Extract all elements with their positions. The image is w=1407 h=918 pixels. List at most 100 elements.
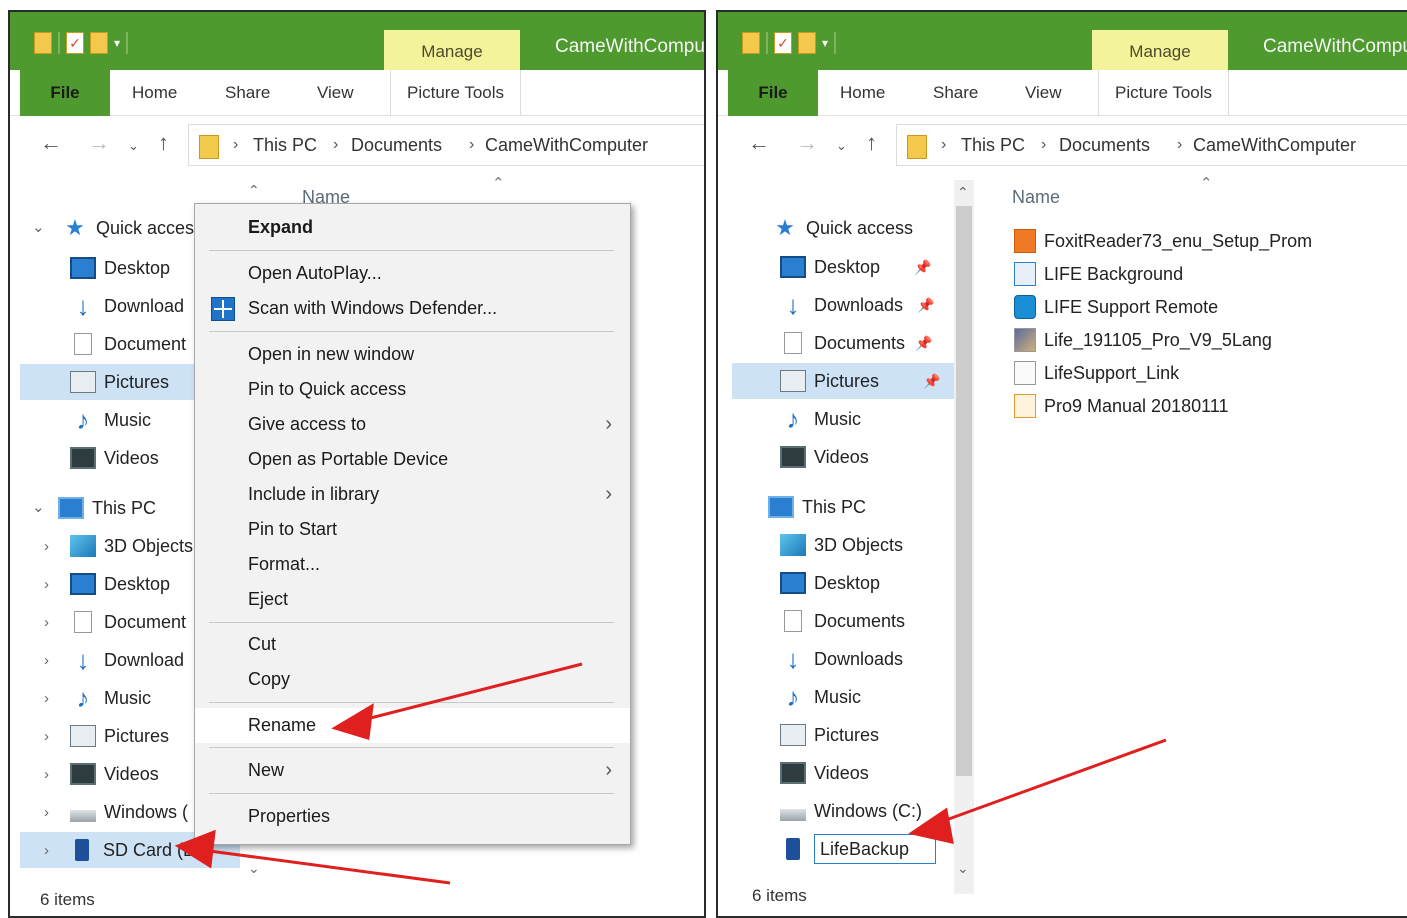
tab-picture-tools[interactable]: Picture Tools bbox=[1098, 70, 1230, 116]
address-field[interactable]: › This PC › Documents › CameWithComputer bbox=[896, 124, 1407, 166]
nav-this-pc[interactable]: This PC bbox=[58, 490, 156, 526]
recent-locations-icon[interactable]: ⌄ bbox=[836, 138, 847, 154]
recent-locations-icon[interactable]: ⌄ bbox=[128, 138, 139, 154]
chevron-down-icon[interactable]: ⌄ bbox=[32, 498, 45, 516]
properties-icon[interactable]: ✓ bbox=[774, 32, 792, 54]
back-arrow-icon[interactable]: ← bbox=[40, 130, 62, 156]
nav-item-music[interactable]: ♪ Music bbox=[780, 679, 862, 715]
pin-icon[interactable]: 📌 bbox=[914, 259, 931, 276]
address-field[interactable]: › This PC › Documents › CameWithComputer bbox=[188, 124, 704, 166]
breadcrumb-this-pc[interactable]: This PC bbox=[253, 135, 317, 156]
nav-quick-access[interactable]: ★ Quick acces bbox=[62, 210, 194, 246]
menu-item-give-access[interactable]: Give access to › bbox=[195, 407, 630, 442]
chevron-right-icon[interactable]: › bbox=[44, 842, 49, 859]
chevron-right-icon[interactable]: › bbox=[44, 576, 49, 593]
chevron-right-icon[interactable]: › bbox=[44, 614, 49, 631]
menu-item-scan-defender[interactable]: Scan with Windows Defender... bbox=[195, 291, 630, 326]
file-row[interactable]: LIFE Support Remote bbox=[1014, 292, 1218, 322]
breadcrumb-camewithcomputer[interactable]: CameWithComputer bbox=[485, 135, 648, 156]
menu-item-eject[interactable]: Eject bbox=[195, 582, 630, 617]
file-row[interactable]: Pro9 Manual 20180111 bbox=[1014, 391, 1228, 421]
nav-item-music[interactable]: ♪ Music bbox=[780, 401, 862, 437]
tab-file[interactable]: File bbox=[728, 70, 818, 116]
tab-file[interactable]: File bbox=[20, 70, 110, 116]
tab-home[interactable]: Home bbox=[132, 70, 177, 116]
chevron-right-icon[interactable]: › bbox=[44, 538, 49, 555]
nav-item-windows-drive[interactable]: Windows ( bbox=[70, 794, 188, 830]
nav-item-desktop[interactable]: Desktop bbox=[70, 566, 170, 602]
up-arrow-icon[interactable]: ↑ bbox=[866, 130, 877, 156]
tab-share[interactable]: Share bbox=[225, 70, 270, 116]
file-row[interactable]: LIFE Background bbox=[1014, 259, 1183, 289]
breadcrumb-camewithcomputer[interactable]: CameWithComputer bbox=[1193, 135, 1356, 156]
nav-this-pc[interactable]: This PC bbox=[768, 489, 866, 525]
menu-item-format[interactable]: Format... bbox=[195, 547, 630, 582]
customize-toolbar-icon[interactable]: ▾ bbox=[822, 36, 828, 50]
pin-icon[interactable]: 📌 bbox=[917, 297, 934, 314]
nav-item-downloads[interactable]: ↓ Download bbox=[70, 642, 185, 678]
nav-item-pictures[interactable]: Pictures bbox=[70, 718, 169, 754]
nav-item-music[interactable]: ♪ Music bbox=[70, 402, 152, 438]
chevron-right-icon[interactable]: › bbox=[44, 652, 49, 669]
menu-item-expand[interactable]: Expand bbox=[195, 210, 630, 245]
menu-item-new[interactable]: New › bbox=[195, 753, 630, 788]
folder-icon[interactable] bbox=[742, 32, 760, 54]
nav-quick-access[interactable]: ★ Quick access bbox=[772, 210, 913, 246]
breadcrumb-this-pc[interactable]: This PC bbox=[961, 135, 1025, 156]
nav-item-desktop[interactable]: Desktop 📌 bbox=[780, 249, 931, 285]
column-header-name[interactable]: Name bbox=[1012, 187, 1060, 208]
nav-item-downloads[interactable]: ↓ Download bbox=[70, 288, 185, 324]
tab-home[interactable]: Home bbox=[840, 70, 885, 116]
scroll-up-icon[interactable]: ⌃ bbox=[957, 184, 969, 201]
navigation-scrollbar[interactable]: ⌃ ⌄ bbox=[954, 180, 974, 894]
nav-item-desktop[interactable]: Desktop bbox=[780, 565, 880, 601]
menu-item-rename[interactable]: Rename bbox=[195, 708, 630, 743]
nav-item-documents[interactable]: Document bbox=[70, 604, 186, 640]
nav-item-windows-drive[interactable]: Windows (C:) bbox=[780, 793, 922, 829]
rename-input[interactable]: LifeBackup bbox=[814, 834, 936, 864]
scroll-thumb[interactable] bbox=[956, 206, 972, 776]
chevron-right-icon[interactable]: › bbox=[44, 690, 49, 707]
nav-item-3d-objects[interactable]: 3D Objects bbox=[780, 527, 903, 563]
nav-item-pictures[interactable]: Pictures 📌 bbox=[732, 363, 954, 399]
nav-item-videos[interactable]: Videos bbox=[780, 755, 869, 791]
forward-arrow-icon[interactable]: → bbox=[796, 130, 818, 156]
customize-toolbar-icon[interactable]: ▾ bbox=[114, 36, 120, 50]
nav-item-music[interactable]: ♪ Music bbox=[70, 680, 152, 716]
tab-view[interactable]: View bbox=[1025, 70, 1062, 116]
new-folder-icon[interactable] bbox=[798, 32, 816, 54]
menu-item-pin-start[interactable]: Pin to Start bbox=[195, 512, 630, 547]
chevron-right-icon[interactable]: › bbox=[44, 728, 49, 745]
nav-item-downloads[interactable]: ↓ Downloads 📌 bbox=[780, 287, 935, 323]
nav-item-pictures[interactable]: Pictures bbox=[780, 717, 879, 753]
tab-picture-tools[interactable]: Picture Tools bbox=[390, 70, 522, 116]
up-arrow-icon[interactable]: ↑ bbox=[158, 130, 169, 156]
back-arrow-icon[interactable]: ← bbox=[748, 130, 770, 156]
chevron-right-icon[interactable]: › bbox=[44, 766, 49, 783]
nav-item-videos[interactable]: Videos bbox=[780, 439, 869, 475]
breadcrumb-documents[interactable]: Documents bbox=[1059, 135, 1150, 156]
nav-item-3d-objects[interactable]: 3D Objects bbox=[70, 528, 193, 564]
breadcrumb-documents[interactable]: Documents bbox=[351, 135, 442, 156]
menu-item-open-portable[interactable]: Open as Portable Device bbox=[195, 442, 630, 477]
nav-item-desktop[interactable]: Desktop bbox=[70, 250, 170, 286]
file-row[interactable]: Life_191105_Pro_V9_5Lang bbox=[1014, 325, 1272, 355]
menu-item-copy[interactable]: Copy bbox=[195, 662, 630, 697]
pin-icon[interactable]: 📌 bbox=[923, 373, 940, 390]
scroll-down-icon[interactable]: ⌄ bbox=[248, 860, 260, 877]
tab-manage[interactable]: Manage bbox=[1092, 30, 1228, 70]
menu-item-properties[interactable]: Properties bbox=[195, 799, 630, 834]
folder-icon[interactable] bbox=[34, 32, 52, 54]
nav-item-sd-card[interactable]: LifeBackup bbox=[780, 831, 936, 867]
tab-share[interactable]: Share bbox=[933, 70, 978, 116]
chevron-down-icon[interactable]: ⌄ bbox=[32, 218, 45, 236]
tab-view[interactable]: View bbox=[317, 70, 354, 116]
forward-arrow-icon[interactable]: → bbox=[88, 130, 110, 156]
nav-item-videos[interactable]: Videos bbox=[70, 756, 159, 792]
scroll-down-icon[interactable]: ⌄ bbox=[957, 860, 969, 877]
nav-item-videos[interactable]: Videos bbox=[70, 440, 159, 476]
menu-item-open-new-window[interactable]: Open in new window bbox=[195, 337, 630, 372]
file-row[interactable]: LifeSupport_Link bbox=[1014, 358, 1179, 388]
menu-item-include-library[interactable]: Include in library › bbox=[195, 477, 630, 512]
new-folder-icon[interactable] bbox=[90, 32, 108, 54]
